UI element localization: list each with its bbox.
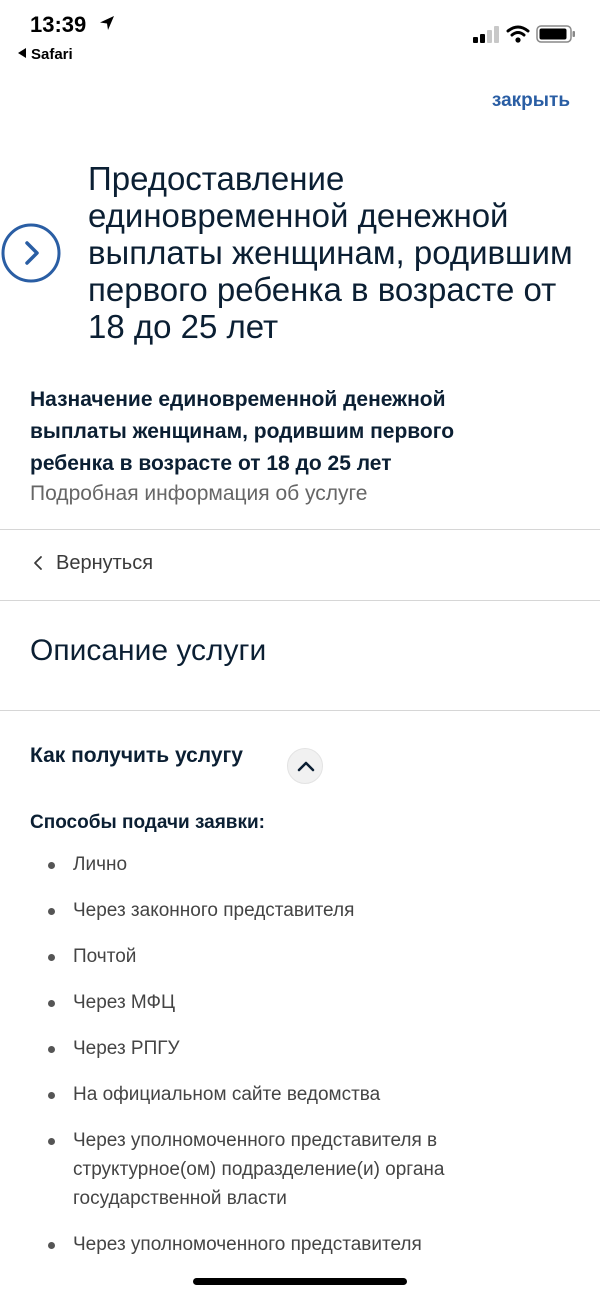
back-triangle-icon bbox=[18, 48, 26, 58]
list-item: Через уполномоченного представителя в ст… bbox=[30, 1126, 570, 1213]
list-item: На официальном сайте ведомства bbox=[30, 1080, 570, 1109]
chevron-up-icon bbox=[297, 761, 315, 772]
list-item: Через МФЦ bbox=[30, 988, 570, 1017]
location-arrow-icon bbox=[100, 16, 114, 30]
ways-title: Способы подачи заявки: bbox=[30, 812, 265, 833]
back-button[interactable]: Вернуться bbox=[30, 552, 153, 575]
title-line: выплаты женщинам, родившим bbox=[88, 234, 573, 271]
section-title: Описание услуги bbox=[30, 634, 267, 667]
list-item: Через законного представителя bbox=[30, 896, 570, 925]
title-line: 18 до 25 лет bbox=[88, 308, 279, 345]
circle-chevron-right-icon[interactable] bbox=[0, 222, 62, 284]
home-indicator[interactable] bbox=[193, 1278, 407, 1285]
list-item: Через уполномоченного представителя bbox=[30, 1230, 570, 1259]
list-item: Через РПГУ bbox=[30, 1034, 570, 1063]
list-item: Почтой bbox=[30, 942, 570, 971]
divider bbox=[0, 710, 600, 711]
page: 13:39 Safari закрыть Предоставление един… bbox=[0, 0, 600, 1297]
chevron-left-icon bbox=[34, 556, 42, 570]
wifi-icon bbox=[506, 25, 530, 43]
subtitle-line: Назначение единовременной денежной bbox=[30, 388, 446, 411]
close-link[interactable]: закрыть bbox=[492, 90, 570, 112]
status-time: 13:39 bbox=[30, 12, 87, 37]
back-app-label: Safari bbox=[31, 46, 73, 63]
divider bbox=[0, 529, 600, 530]
more-info-link[interactable]: Подробная информация об услуге bbox=[30, 482, 367, 506]
subtitle-line: ребенка в возрасте от 18 до 25 лет bbox=[30, 452, 392, 475]
title-line: Предоставление bbox=[88, 160, 345, 197]
back-to-app-link[interactable]: Safari bbox=[18, 46, 73, 63]
battery-icon bbox=[536, 25, 575, 43]
ways-list: Лично Через законного представителя Почт… bbox=[30, 850, 570, 1276]
how-to-title: Как получить услугу bbox=[30, 744, 243, 767]
title-line: единовременной денежной bbox=[88, 197, 509, 234]
collapse-button[interactable] bbox=[287, 748, 323, 784]
back-label: Вернуться bbox=[56, 552, 154, 574]
title-line: первого ребенка в возрасте от bbox=[88, 271, 557, 308]
page-title: Предоставление единовременной денежной в… bbox=[88, 160, 600, 345]
list-item: Лично bbox=[30, 850, 570, 879]
service-subtitle: Назначение единовременной денежной выпла… bbox=[30, 384, 590, 480]
signal-icon bbox=[473, 26, 499, 43]
divider bbox=[0, 600, 600, 601]
subtitle-line: выплаты женщинам, родившим первого bbox=[30, 420, 455, 443]
